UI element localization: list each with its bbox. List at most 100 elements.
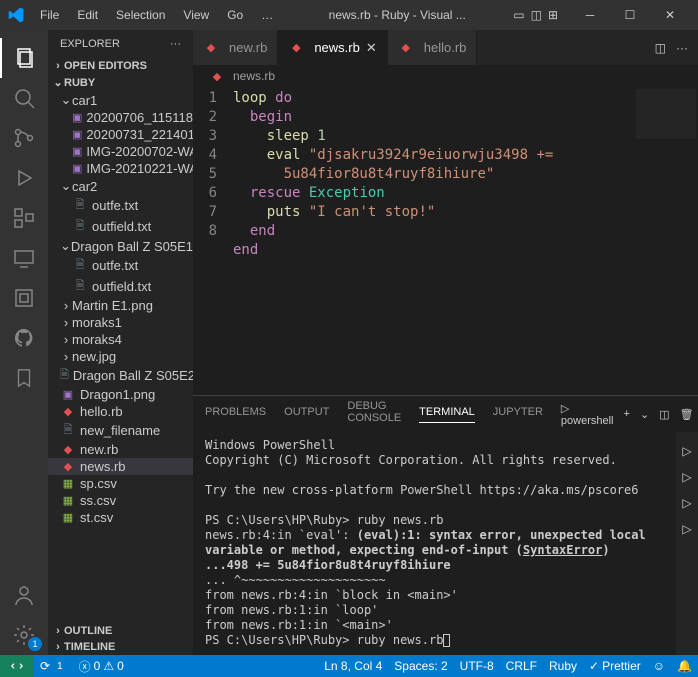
tab-news-rb[interactable]: ◆news.rb✕ <box>278 30 387 65</box>
file-item[interactable]: 🗎outfe.txt <box>48 195 193 216</box>
ruby-icon: ◆ <box>203 41 219 54</box>
folder-martin[interactable]: ›Martin E1.png <box>48 297 193 314</box>
split-terminal-icon[interactable]: ◫ <box>659 408 669 421</box>
code-content[interactable]: loop do begin sleep 1 eval "djsakru3924r… <box>233 87 698 395</box>
status-sync[interactable]: ⟳1 <box>34 659 73 673</box>
close-button[interactable]: ✕ <box>650 0 690 30</box>
code-editor[interactable]: 12345678 loop do begin sleep 1 eval "djs… <box>193 87 698 395</box>
panel-tab-terminal[interactable]: TERMINAL <box>419 406 475 423</box>
close-icon[interactable]: ✕ <box>366 40 377 56</box>
status-feedback-icon[interactable]: ☺ <box>647 659 671 673</box>
file-item[interactable]: 🗎Dragon Ball Z S05E2.text <box>48 365 193 386</box>
status-eol[interactable]: CRLF <box>500 659 543 673</box>
folder-dbz1[interactable]: ⌄Dragon Ball Z S05E1.text <box>48 237 193 255</box>
file-item[interactable]: ▦st.csv <box>48 509 193 526</box>
terminal-dropdown-icon[interactable]: ⌄ <box>640 408 649 421</box>
folder-car1[interactable]: ⌄car1 <box>48 91 193 109</box>
activity-debug-icon[interactable] <box>0 158 48 198</box>
activity-scm-icon[interactable] <box>0 118 48 158</box>
activity-extensions-icon[interactable] <box>0 198 48 238</box>
activity-test-icon[interactable] <box>0 278 48 318</box>
activity-account-icon[interactable] <box>0 575 48 615</box>
file-item[interactable]: 🗎outfield.txt <box>48 216 193 237</box>
panel-tab-problems[interactable]: PROBLEMS <box>205 406 266 422</box>
menu-bar: File Edit Selection View Go … <box>32 4 281 26</box>
text-icon: 🗎 <box>72 256 88 275</box>
status-problems[interactable]: ⓧ0 ⚠0 <box>73 658 130 675</box>
file-item-active[interactable]: ◆news.rb <box>48 458 193 475</box>
terminal-shell-selector[interactable]: ▷ powershell <box>561 402 614 427</box>
tab-new-rb[interactable]: ◆new.rb <box>193 30 278 65</box>
file-item[interactable]: ◆hello.rb <box>48 403 193 420</box>
terminal-side-icon[interactable]: ▷ <box>682 470 691 484</box>
activity-explorer-icon[interactable] <box>0 38 48 78</box>
line-gutter: 12345678 <box>193 87 233 395</box>
file-icon: 🗎 <box>60 421 76 440</box>
menu-view[interactable]: View <box>175 4 217 26</box>
folder-car2[interactable]: ⌄car2 <box>48 177 193 195</box>
ruby-icon: ◆ <box>209 70 225 83</box>
file-item[interactable]: 🗎outfe.txt <box>48 255 193 276</box>
file-item[interactable]: ◆new.rb <box>48 441 193 458</box>
settings-badge: 1 <box>28 637 42 651</box>
section-outline[interactable]: ›OUTLINE <box>48 623 193 639</box>
folder-newjpg[interactable]: ›new.jpg <box>48 348 193 365</box>
section-open-editors[interactable]: ›OPEN EDITORS <box>48 58 193 74</box>
terminal-output[interactable]: Windows PowerShell Copyright (C) Microso… <box>193 432 676 655</box>
sidebar-more-icon[interactable]: ··· <box>170 38 181 50</box>
kill-terminal-icon[interactable]: 🗑 <box>680 408 694 421</box>
split-editor-icon[interactable]: ◫ <box>655 41 666 55</box>
terminal-side-icons: ▷ ▷ ▷ ▷ <box>676 432 698 655</box>
panel-tab-jupyter[interactable]: JUPYTER <box>493 406 543 422</box>
file-item[interactable]: ▣Dragon1.png <box>48 386 193 403</box>
warning-icon: ⚠ <box>103 659 114 673</box>
panel-tab-debug[interactable]: DEBUG CONSOLE <box>347 400 401 428</box>
minimize-button[interactable]: ─ <box>570 0 610 30</box>
remote-indicator[interactable] <box>0 655 34 677</box>
menu-more[interactable]: … <box>253 4 281 26</box>
panel-tab-output[interactable]: OUTPUT <box>284 406 329 422</box>
ruby-icon: ◆ <box>398 41 414 54</box>
status-lncol[interactable]: Ln 8, Col 4 <box>318 659 388 673</box>
file-item[interactable]: ▦sp.csv <box>48 475 193 492</box>
new-terminal-icon[interactable]: + <box>624 408 630 420</box>
menu-selection[interactable]: Selection <box>108 4 173 26</box>
terminal-side-icon[interactable]: ▷ <box>682 496 691 510</box>
status-prettier[interactable]: ✓ Prettier <box>583 659 647 673</box>
status-encoding[interactable]: UTF-8 <box>454 659 500 673</box>
activity-search-icon[interactable] <box>0 78 48 118</box>
file-item[interactable]: ▣IMG-20200702-WA0... <box>48 143 193 160</box>
section-workspace[interactable]: ⌄RUBY <box>48 74 193 91</box>
activity-settings-icon[interactable]: 1 <box>0 615 48 655</box>
layout-side-icon[interactable]: ◫ <box>531 8 542 22</box>
menu-edit[interactable]: Edit <box>69 4 106 26</box>
folder-moraks4[interactable]: ›moraks4 <box>48 331 193 348</box>
file-item[interactable]: ▣IMG-20210221-WA0... <box>48 160 193 177</box>
menu-file[interactable]: File <box>32 4 67 26</box>
status-spaces[interactable]: Spaces: 2 <box>388 659 453 673</box>
status-bell-icon[interactable]: 🔔 <box>671 659 698 673</box>
activity-bookmark-icon[interactable] <box>0 358 48 398</box>
menu-go[interactable]: Go <box>219 4 251 26</box>
section-timeline[interactable]: ›TIMELINE <box>48 639 193 655</box>
terminal-side-icon[interactable]: ▷ <box>682 444 691 458</box>
breadcrumb[interactable]: ◆news.rb <box>193 65 698 87</box>
status-language[interactable]: Ruby <box>543 659 583 673</box>
file-item[interactable]: 🗎new_filename <box>48 420 193 441</box>
more-actions-icon[interactable]: ··· <box>676 41 688 55</box>
file-item[interactable]: ▦ss.csv <box>48 492 193 509</box>
file-item[interactable]: 🗎outfield.txt <box>48 276 193 297</box>
folder-moraks1[interactable]: ›moraks1 <box>48 314 193 331</box>
file-item[interactable]: ▣20200706_115118.jpg <box>48 109 193 126</box>
maximize-button[interactable]: ☐ <box>610 0 650 30</box>
ruby-icon: ◆ <box>60 405 76 418</box>
activity-github-icon[interactable] <box>0 318 48 358</box>
minimap[interactable] <box>636 89 696 139</box>
terminal-side-icon[interactable]: ▷ <box>682 522 691 536</box>
layout-panel-icon[interactable]: ▭ <box>513 8 524 22</box>
csv-icon: ▦ <box>60 511 76 524</box>
layout-full-icon[interactable]: ⊞ <box>548 8 558 22</box>
tab-hello-rb[interactable]: ◆hello.rb <box>388 30 478 65</box>
activity-remote-icon[interactable] <box>0 238 48 278</box>
file-item[interactable]: ▣20200731_221401.jpg <box>48 126 193 143</box>
